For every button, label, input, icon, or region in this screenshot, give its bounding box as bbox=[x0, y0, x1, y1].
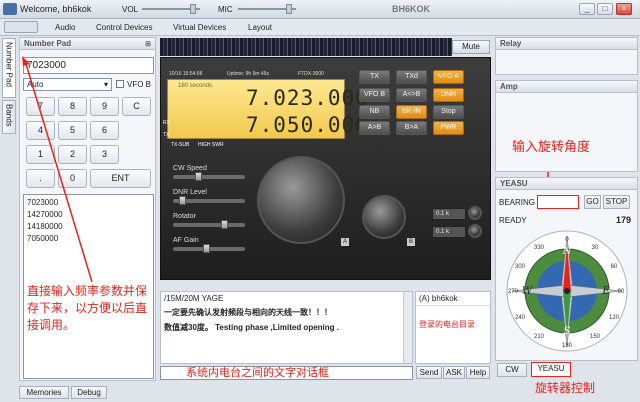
annotation-bearing: 输入旋转角度 bbox=[512, 139, 591, 154]
chat-scrollbar[interactable] bbox=[403, 292, 412, 363]
txd-button[interactable]: TXd bbox=[396, 70, 427, 84]
rotator-label: Rotator bbox=[173, 213, 196, 220]
a-swap-b-button[interactable]: A<>B bbox=[396, 88, 427, 102]
tick-label: 240 bbox=[515, 315, 526, 321]
stop-button[interactable]: Stop bbox=[433, 105, 464, 119]
radio-info-date: 10/16 16:54:08 bbox=[169, 71, 203, 77]
tab-cw[interactable]: CW bbox=[497, 363, 527, 377]
amp-header: Amp bbox=[496, 81, 637, 93]
cw-speed-slider[interactable] bbox=[173, 175, 245, 179]
pwr-button[interactable]: PWR bbox=[433, 121, 464, 135]
yeasu-panel: YEASU BEARING GO STOP READY 179 N S E W … bbox=[495, 177, 638, 361]
tick-label: 180 bbox=[562, 343, 573, 349]
step-select-2[interactable]: 0.1 k bbox=[432, 226, 466, 238]
tab-debug[interactable]: Debug bbox=[71, 386, 107, 399]
tick-label: 30 bbox=[592, 245, 599, 251]
dnr-button[interactable]: DNR bbox=[433, 88, 464, 102]
radio-model: FTDX-3000 bbox=[298, 71, 324, 77]
heading-readout: 179 bbox=[615, 215, 631, 225]
list-item[interactable]: (A) bh6kok bbox=[416, 292, 490, 306]
rotator-slider[interactable] bbox=[173, 223, 245, 227]
dnr-level-handle[interactable] bbox=[179, 196, 186, 205]
tick-label: 330 bbox=[534, 245, 545, 251]
relay-panel: Relay bbox=[495, 37, 638, 75]
annotation-users: 登录的电台目录 bbox=[419, 320, 475, 329]
step-select-1[interactable]: 0.1 k bbox=[432, 208, 466, 220]
ask-button[interactable]: ASK bbox=[443, 366, 465, 379]
rotator-handle[interactable] bbox=[221, 220, 228, 229]
chat-line: 一定要先确认发射频段与相向的天线一致！！！ bbox=[164, 308, 332, 317]
annotation-rotator: 旋转器控制 bbox=[535, 381, 596, 395]
chat-panel: /15M/20M YAGE 一定要先确认发射频段与相向的天线一致！！！ 数值减3… bbox=[160, 291, 413, 364]
badge-a: A bbox=[341, 238, 349, 246]
tab-memories[interactable]: Memories bbox=[19, 386, 69, 399]
bk-in-button[interactable]: BK-IN bbox=[396, 105, 427, 119]
radio-hint: 180 seconds. bbox=[178, 83, 214, 89]
badge-b: B bbox=[407, 238, 415, 246]
b-to-a-button[interactable]: B>A bbox=[396, 121, 427, 135]
compass-n: N bbox=[562, 246, 573, 257]
ready-status: READY bbox=[499, 216, 527, 225]
radio-panel: 10/16 16:54:08 Uptime: 9h 9m 45s FTDX-30… bbox=[160, 57, 491, 280]
relay-header: Relay bbox=[496, 38, 637, 50]
cw-speed-label: CW Speed bbox=[173, 165, 207, 172]
tick-label: 120 bbox=[609, 315, 620, 321]
tick-label: 270 bbox=[508, 289, 519, 295]
bearing-input[interactable] bbox=[537, 195, 579, 209]
a-to-b-button[interactable]: A>B bbox=[359, 121, 390, 135]
bearing-label: BEARING bbox=[499, 198, 536, 207]
tx-indicator: TX bbox=[163, 132, 170, 138]
tab-yeasu[interactable]: YEASU bbox=[531, 362, 571, 377]
small-knob-2[interactable] bbox=[468, 224, 482, 238]
tick-label: 210 bbox=[534, 334, 545, 340]
send-button[interactable]: Send bbox=[416, 366, 442, 379]
sub-tuning-knob[interactable] bbox=[362, 195, 406, 239]
radio-info-uptime: Uptime: 9h 9m 45s bbox=[227, 71, 269, 77]
compass-rose[interactable]: N S E W 0 30 60 90 120 150 180 210 240 2… bbox=[502, 226, 632, 356]
radio-display: 180 seconds. 7.023.000 7.050.000 bbox=[167, 79, 368, 139]
yeasu-header: YEASU bbox=[496, 178, 637, 190]
main-tuning-knob[interactable] bbox=[257, 156, 345, 244]
high-swr-indicator: HIGH SWR bbox=[198, 142, 224, 148]
compass-s: S bbox=[564, 326, 571, 337]
rx-indicator: RX bbox=[163, 120, 170, 126]
tick-label: 300 bbox=[515, 264, 526, 270]
af-gain-label: AF Gain bbox=[173, 237, 199, 244]
amp-panel: Amp bbox=[495, 80, 638, 172]
tick-label: 150 bbox=[590, 334, 601, 340]
chat-line: 数值减30度。 Testing phase ,Limited opening . bbox=[164, 323, 339, 332]
tx-button[interactable]: TX bbox=[359, 70, 390, 84]
go-button[interactable]: GO bbox=[584, 195, 601, 209]
tick-label: 90 bbox=[618, 289, 625, 295]
vfo-b-button[interactable]: VFO B bbox=[359, 88, 390, 102]
waterfall-spectrum[interactable] bbox=[160, 38, 452, 56]
nb-button[interactable]: NB bbox=[359, 105, 390, 119]
user-list: (A) bh6kok 登录的电台目录 bbox=[415, 291, 491, 364]
small-knob-1[interactable] bbox=[468, 206, 482, 220]
af-gain-handle[interactable] bbox=[203, 244, 210, 253]
compass-e: E bbox=[601, 286, 610, 297]
vfo-a-button[interactable]: VFO A bbox=[433, 70, 464, 84]
chat-line: /15M/20M YAGE bbox=[164, 294, 224, 303]
tx-sub-indicator: TX-SUB bbox=[171, 142, 190, 148]
stop-button[interactable]: STOP bbox=[603, 195, 630, 209]
compass-w: W bbox=[522, 286, 533, 297]
cw-speed-handle[interactable] bbox=[195, 172, 202, 181]
dnr-level-label: DNR Level bbox=[173, 189, 207, 196]
annotation-chat: 系统内电台之间的文字对话框 bbox=[186, 367, 329, 379]
freq-b-display: 7.050.000 bbox=[246, 113, 369, 137]
help-button[interactable]: Help bbox=[466, 366, 490, 379]
freq-a-display: 7.023.000 bbox=[246, 86, 369, 110]
tick-label: 60 bbox=[611, 264, 618, 270]
mute-button[interactable]: Mute bbox=[452, 40, 490, 54]
